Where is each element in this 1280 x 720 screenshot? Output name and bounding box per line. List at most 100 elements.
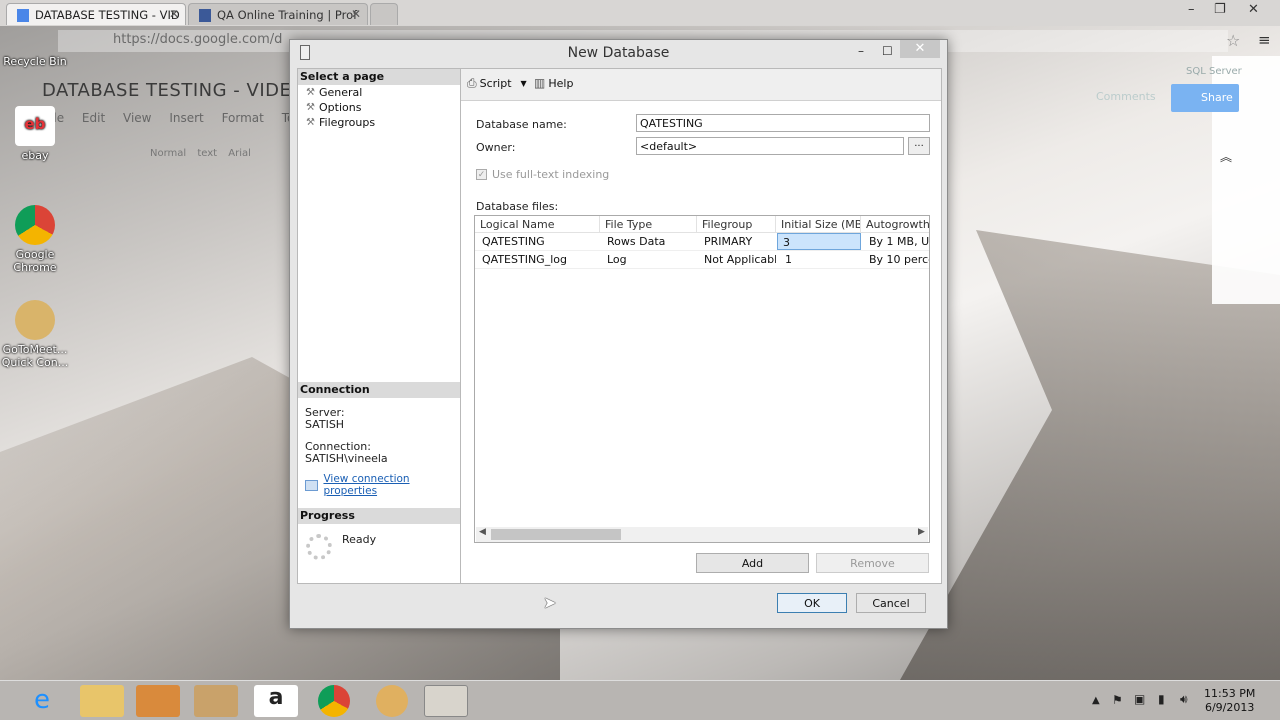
server-value: SATISH <box>305 418 345 431</box>
tab-database-testing[interactable]: DATABASE TESTING - VID ✕ <box>6 3 186 25</box>
tab-qa-online-training[interactable]: QA Online Training | Prof ✕ <box>188 3 368 25</box>
menu-view[interactable]: View <box>123 111 151 125</box>
flag-icon[interactable]: ⚑ <box>1112 693 1123 707</box>
show-hidden-icons-icon[interactable]: ▲ <box>1092 695 1100 706</box>
scroll-left-icon[interactable]: ◀ <box>479 527 486 537</box>
grid-header: Logical Name File Type Filegroup Initial… <box>475 216 929 233</box>
column-header[interactable]: Logical Name <box>475 216 600 233</box>
initial-size-cell[interactable]: 3 <box>777 233 861 250</box>
close-tab-icon[interactable]: ✕ <box>351 7 361 21</box>
system-clock[interactable]: 11:53 PM 6/9/2013 <box>1204 687 1255 715</box>
network-icon[interactable]: ▣ <box>1134 692 1145 706</box>
chrome-taskbar-icon[interactable] <box>318 685 350 717</box>
document-title[interactable]: DATABASE TESTING - VIDE <box>42 80 291 101</box>
menu-insert[interactable]: Insert <box>169 111 203 125</box>
wrench-icon: ⚒ <box>306 101 315 113</box>
share-button[interactable]: Share <box>1171 84 1239 112</box>
browser-tab-bar: DATABASE TESTING - VID ✕ QA Online Train… <box>0 0 1280 26</box>
column-header[interactable]: Autogrowth / <box>861 216 929 233</box>
recycle-bin-label[interactable]: Recycle Bin <box>0 55 70 68</box>
file-explorer-icon[interactable] <box>80 685 124 717</box>
scrollbar-thumb[interactable] <box>491 529 621 540</box>
amazon-icon[interactable]: a <box>254 685 298 717</box>
fulltext-checkbox[interactable]: ✓ <box>476 169 487 180</box>
logical-name-cell[interactable]: QATESTING <box>477 233 600 250</box>
menu-icon[interactable]: ≡ <box>1258 31 1271 49</box>
store-icon[interactable] <box>136 685 180 717</box>
bookmark-star-icon[interactable]: ☆ <box>1226 31 1240 50</box>
autogrowth-cell[interactable]: By 1 MB, Unli <box>864 233 929 250</box>
desktop-icon-ebay[interactable]: eb ebay <box>0 106 70 162</box>
page-options[interactable]: ⚒ Options <box>298 100 460 115</box>
new-database-dialog: New Database – ☐ ✕ Select a page ⚒ Gener… <box>289 39 948 629</box>
logical-name-cell[interactable]: QATESTING_log <box>477 251 600 268</box>
table-row[interactable]: QATESTING Rows Data PRIMARY 3 By 1 MB, U… <box>475 233 929 251</box>
database-icon <box>300 45 310 60</box>
database-files-grid: Logical Name File Type Filegroup Initial… <box>474 215 930 543</box>
properties-icon <box>305 479 319 491</box>
gotomeeting-taskbar-icon[interactable] <box>376 685 408 717</box>
style-select[interactable]: Normal text <box>150 148 217 159</box>
add-button[interactable]: Add <box>696 553 809 573</box>
column-header[interactable]: File Type <box>600 216 697 233</box>
ok-button[interactable]: OK <box>777 593 847 613</box>
chevron-down-icon[interactable]: ▼ <box>521 79 527 88</box>
menu-format[interactable]: Format <box>222 111 264 125</box>
wrench-icon: ⚒ <box>306 116 315 128</box>
horizontal-scrollbar[interactable]: ◀ ▶ <box>476 527 928 542</box>
site-favicon-icon <box>199 9 211 22</box>
filegroup-cell[interactable]: Not Applicable <box>699 251 776 268</box>
column-header[interactable]: Filegroup <box>697 216 776 233</box>
taskbar: e a ▲ ⚑ ▣ ▮ 🔊︎ <box>0 680 1280 720</box>
internet-explorer-icon[interactable]: e <box>20 685 64 717</box>
volume-icon[interactable]: 🔊︎ <box>1180 692 1188 707</box>
progress-status: Ready <box>342 533 377 546</box>
font-select[interactable]: Arial <box>228 148 251 159</box>
minimize-window-button[interactable]: – <box>1188 2 1195 17</box>
dialog-maximize-button[interactable]: ☐ <box>882 44 893 58</box>
dialog-minimize-button[interactable]: – <box>858 44 864 58</box>
column-header[interactable]: Initial Size (MB) <box>776 216 861 233</box>
database-name-label: Database name: <box>476 118 567 131</box>
clock-time: 11:53 PM <box>1204 687 1256 700</box>
page-filegroups[interactable]: ⚒ Filegroups <box>298 115 460 130</box>
wrench-icon: ⚒ <box>306 86 315 98</box>
connection-value: SATISH\vineela <box>305 452 388 465</box>
connection-header: Connection <box>298 382 460 398</box>
close-tab-icon[interactable]: ✕ <box>169 7 179 21</box>
sql-management-studio-icon[interactable] <box>424 685 468 717</box>
docs-menu-bar: File Edit View Insert Format Tools <box>44 111 311 125</box>
cancel-button[interactable]: Cancel <box>856 593 926 613</box>
help-button[interactable]: ▥ Help <box>534 76 573 90</box>
dialog-close-button[interactable]: ✕ <box>900 40 940 58</box>
view-connection-properties-link[interactable]: View connection properties <box>305 473 460 497</box>
owner-input[interactable]: <default> <box>636 137 904 155</box>
docs-toolbar: Normal text Arial <box>150 148 251 159</box>
close-window-button[interactable]: ✕ <box>1248 2 1259 17</box>
wifi-icon[interactable]: ▮ <box>1158 692 1165 706</box>
scroll-right-icon[interactable]: ▶ <box>918 527 925 537</box>
script-button[interactable]: ⎙ Script ▼ <box>467 76 527 91</box>
maximize-window-button[interactable]: ❐ <box>1214 2 1226 17</box>
browse-owner-button[interactable]: ... <box>908 137 930 155</box>
sql-server-label: SQL Server <box>1186 66 1242 77</box>
page-general[interactable]: ⚒ General <box>298 85 460 100</box>
collapse-icon[interactable]: ︽ <box>1220 148 1232 165</box>
file-type-cell[interactable]: Log <box>602 251 697 268</box>
app-icon[interactable] <box>194 685 238 717</box>
table-row[interactable]: QATESTING_log Log Not Applicable 1 By 10… <box>475 251 929 269</box>
filegroup-cell[interactable]: PRIMARY <box>699 233 776 250</box>
menu-edit[interactable]: Edit <box>82 111 105 125</box>
file-type-cell[interactable]: Rows Data <box>602 233 697 250</box>
initial-size-cell[interactable]: 1 <box>780 251 861 268</box>
comments-button[interactable]: Comments <box>1096 90 1156 103</box>
desktop-icon-gotomeeting[interactable]: GoToMeet... Quick Con... <box>0 300 70 369</box>
right-pane: ⎙ Script ▼ ▥ Help Database name: QATESTI… <box>460 68 942 584</box>
new-tab-button[interactable] <box>370 3 398 25</box>
desktop-icon-chrome[interactable]: Google Chrome <box>0 205 70 274</box>
remove-button[interactable]: Remove <box>816 553 929 573</box>
dialog-title: New Database <box>567 45 670 61</box>
autogrowth-cell[interactable]: By 10 percent <box>864 251 929 268</box>
dialog-title-bar: New Database <box>290 40 947 66</box>
database-name-input[interactable]: QATESTING <box>636 114 930 132</box>
